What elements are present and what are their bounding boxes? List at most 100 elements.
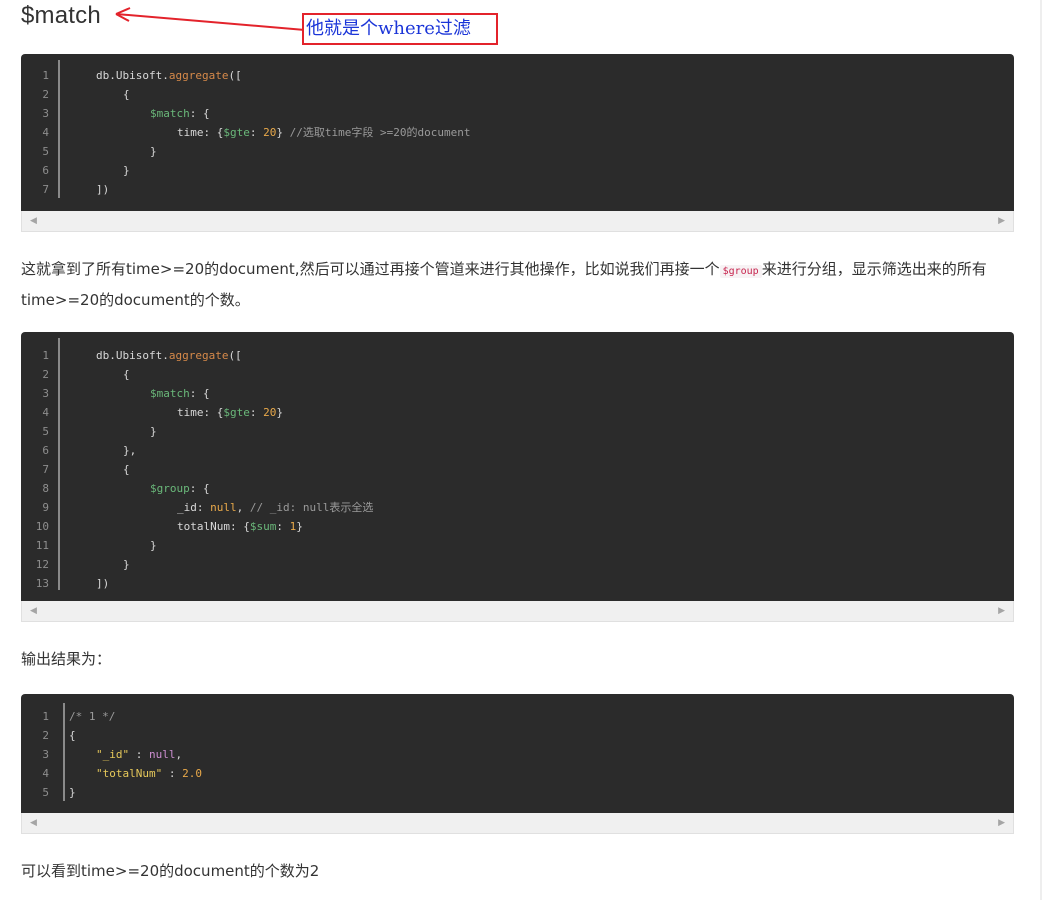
gutter-divider	[63, 703, 65, 801]
code-token: null	[210, 501, 237, 514]
line-number: 6	[42, 444, 49, 457]
code-token: }	[150, 145, 157, 158]
code-token: :	[129, 748, 149, 761]
gutter-divider	[58, 60, 60, 198]
code-line: }	[150, 422, 157, 441]
code-line: {	[123, 85, 130, 104]
line-number: 4	[42, 767, 49, 780]
code-token: ])	[96, 183, 110, 196]
code-token: null	[149, 748, 176, 761]
line-number: 3	[42, 387, 49, 400]
code-token: //选取time字段 >=20的document	[289, 126, 471, 139]
line-number: 10	[35, 520, 49, 533]
paragraph-text: 这就拿到了所有time>=20的document,然后可以通过再接个管道来进行其…	[21, 260, 720, 278]
code-token: ([	[228, 349, 242, 362]
code-line: },	[123, 441, 136, 460]
code-token: // _id: null表示全选	[249, 501, 374, 514]
code-token: $gte	[223, 406, 250, 419]
code-token: ([	[228, 69, 242, 82]
code-token: 2.0	[182, 767, 202, 780]
code-token: "_id"	[96, 748, 130, 761]
code-token: 20	[263, 126, 277, 139]
code-token: }	[296, 520, 303, 533]
code-token: time: {	[177, 126, 224, 139]
code-block-group-scrollbar[interactable]: ◀ ▶	[21, 601, 1014, 622]
scroll-right-icon[interactable]: ▶	[998, 606, 1005, 616]
scroll-left-icon[interactable]: ◀	[30, 818, 37, 828]
code-token: $match	[150, 387, 190, 400]
paragraph-conclusion: 可以看到time>=20的document的个数为2	[21, 862, 320, 880]
line-number: 4	[42, 406, 49, 419]
code-line: }	[150, 142, 157, 161]
code-line: }	[123, 555, 130, 574]
annotation-arrow	[115, 7, 306, 31]
code-block-group: 1 2 3 4 5 6 7 8 9 10 11 12 13 db.Ubisoft.aggregate([…	[21, 332, 1014, 602]
code-token: totalNum: {	[177, 520, 250, 533]
line-numbers: 1 2 3 4 5 6 7 8 9 10 11 12 13	[21, 346, 49, 593]
paragraph-output-label: 输出结果为：	[21, 650, 112, 668]
code-line: "_id" : null,	[96, 745, 182, 764]
code-line: totalNum: {$sum: 1}	[177, 517, 303, 536]
code-token: db.Ubisoft.	[96, 69, 169, 82]
code-token: :	[249, 406, 264, 419]
code-line: }	[150, 536, 157, 555]
code-token: "totalNum"	[96, 767, 163, 780]
inline-code-group: $group	[719, 265, 762, 278]
code-token: aggregate	[168, 349, 229, 362]
line-number: 1	[42, 69, 49, 82]
line-number: 13	[35, 577, 49, 590]
code-block-output-scrollbar[interactable]: ◀ ▶	[21, 813, 1014, 834]
code-line: }	[123, 161, 130, 180]
code-token: }	[276, 126, 290, 139]
code-line: {	[69, 726, 76, 745]
code-token: $sum	[249, 520, 277, 533]
code-line: {	[123, 365, 130, 384]
line-number: 1	[42, 349, 49, 362]
line-numbers: 1 2 3 4 5	[21, 707, 49, 802]
code-block-match-scrollbar[interactable]: ◀ ▶	[21, 211, 1014, 232]
section-heading: $match	[21, 2, 101, 29]
annotation-note: 他就是个where过滤	[302, 13, 498, 45]
code-token: $gte	[223, 126, 250, 139]
code-token: {	[123, 88, 130, 101]
code-block-match: 1 2 3 4 5 6 7 db.Ubisoft.aggregate([{$match: {…	[21, 54, 1014, 211]
line-number: 8	[42, 482, 49, 495]
line-number: 2	[42, 88, 49, 101]
code-token: : {	[189, 387, 210, 400]
code-token: :	[249, 126, 264, 139]
line-number: 1	[42, 710, 49, 723]
code-token: time: {	[177, 406, 224, 419]
code-block-output: 12345 /* 1 */{"_id" : null, "totalNum" : …	[21, 694, 1014, 813]
line-number: 5	[42, 145, 49, 158]
code-token: :	[276, 520, 290, 533]
scroll-right-icon[interactable]: ▶	[998, 818, 1005, 828]
paragraph-explanation: 这就拿到了所有time>=20的document,然后可以通过再接个管道来进行其…	[21, 255, 1011, 314]
line-number: 11	[35, 539, 49, 552]
line-number: 7	[42, 463, 49, 476]
code-token: },	[123, 444, 137, 457]
code-token: $group	[150, 482, 190, 495]
scroll-left-icon[interactable]: ◀	[30, 606, 37, 616]
code-token: }	[69, 786, 76, 799]
code-token: }	[150, 425, 157, 438]
line-number: 6	[42, 164, 49, 177]
line-number: 2	[42, 368, 49, 381]
code-token: 20	[263, 406, 277, 419]
code-token: {	[123, 368, 130, 381]
code-line: "totalNum" : 2.0	[96, 764, 202, 783]
code-token: _id:	[177, 501, 211, 514]
code-token: ,	[175, 748, 183, 761]
code-token: ,	[236, 501, 250, 514]
code-line: db.Ubisoft.aggregate([	[96, 346, 242, 365]
code-line: db.Ubisoft.aggregate([	[96, 66, 242, 85]
scroll-right-icon[interactable]: ▶	[998, 216, 1005, 226]
code-line: {	[123, 460, 130, 479]
code-token: aggregate	[168, 69, 229, 82]
code-token: : {	[189, 482, 210, 495]
line-number: 5	[42, 786, 49, 799]
line-number: 5	[42, 425, 49, 438]
code-token: :	[162, 767, 183, 780]
scroll-left-icon[interactable]: ◀	[30, 216, 37, 226]
line-number: 2	[42, 729, 49, 742]
code-token: }	[276, 406, 283, 419]
